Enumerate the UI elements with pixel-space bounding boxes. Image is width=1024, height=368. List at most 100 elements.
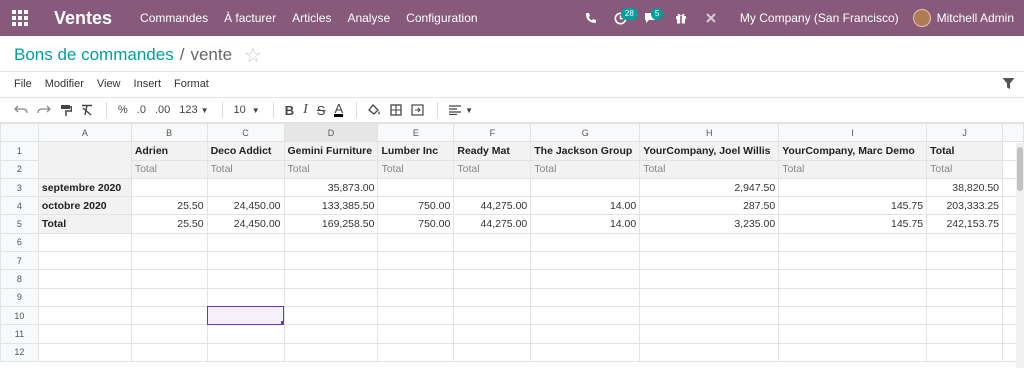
cell[interactable] <box>130 324 208 344</box>
cell[interactable]: 145.75 <box>778 214 928 234</box>
cell[interactable]: 133,385.50 <box>283 196 379 216</box>
row-header[interactable]: 2 <box>0 159 39 179</box>
cell[interactable] <box>453 232 532 253</box>
cell[interactable] <box>206 324 285 344</box>
menu-configuration[interactable]: Configuration <box>406 11 477 25</box>
cell[interactable] <box>37 232 132 253</box>
row-header[interactable]: 4 <box>0 196 39 216</box>
menu-a-facturer[interactable]: À facturer <box>224 11 276 25</box>
cell[interactable] <box>37 324 132 344</box>
cell[interactable] <box>37 305 132 326</box>
cell[interactable] <box>377 269 455 289</box>
redo-icon[interactable] <box>37 105 51 115</box>
cell[interactable] <box>530 324 641 344</box>
cell[interactable] <box>37 251 132 271</box>
activity-clock-icon[interactable]: 28 <box>606 0 638 36</box>
cell[interactable] <box>283 251 379 271</box>
cell[interactable] <box>377 342 455 362</box>
cell[interactable] <box>283 287 379 307</box>
column-header[interactable] <box>1002 123 1024 143</box>
cell[interactable] <box>283 269 379 289</box>
cell[interactable] <box>37 269 132 289</box>
cell[interactable]: Total <box>130 159 208 179</box>
column-header[interactable]: E <box>377 123 455 143</box>
cell[interactable] <box>778 305 928 326</box>
cell[interactable]: Lumber Inc <box>377 141 455 161</box>
cell[interactable]: Total <box>639 159 780 179</box>
cell[interactable] <box>926 305 1004 326</box>
menu-commandes[interactable]: Commandes <box>140 11 208 25</box>
cell[interactable] <box>130 342 208 362</box>
vertical-scrollbar[interactable] <box>1016 143 1024 368</box>
cell[interactable]: 25.50 <box>130 214 208 234</box>
company-switcher[interactable]: My Company (San Francisco) <box>740 11 899 25</box>
breadcrumb-current[interactable]: vente <box>190 45 232 65</box>
cell[interactable] <box>639 287 780 307</box>
row-header[interactable]: 5 <box>0 214 39 234</box>
column-header[interactable]: J <box>926 123 1004 143</box>
cell[interactable]: 14.00 <box>530 214 641 234</box>
cell[interactable] <box>377 287 455 307</box>
cell[interactable] <box>778 251 928 271</box>
filter-icon[interactable] <box>1002 77 1015 90</box>
cell[interactable] <box>377 305 455 326</box>
bold-button[interactable]: B <box>285 103 294 118</box>
cell[interactable] <box>530 232 641 253</box>
cell[interactable] <box>778 269 928 289</box>
cell[interactable] <box>639 305 780 326</box>
row-header[interactable]: 10 <box>0 305 39 326</box>
column-header[interactable]: B <box>130 123 208 143</box>
column-header[interactable]: G <box>530 123 641 143</box>
cell[interactable] <box>530 269 641 289</box>
cell[interactable] <box>926 269 1004 289</box>
cell[interactable] <box>778 287 928 307</box>
cell[interactable]: 35,873.00 <box>283 177 379 198</box>
cell[interactable] <box>283 324 379 344</box>
text-color-button[interactable]: A <box>334 102 344 117</box>
favorite-star-icon[interactable]: ☆ <box>244 43 262 68</box>
cell[interactable] <box>453 305 532 326</box>
cell[interactable] <box>926 287 1004 307</box>
column-header[interactable]: F <box>453 123 532 143</box>
cell[interactable]: 24,450.00 <box>206 196 285 216</box>
cell[interactable] <box>453 342 532 362</box>
cell[interactable]: 203,333.25 <box>926 196 1004 216</box>
row-header[interactable]: 1 <box>0 141 39 161</box>
fill-color-icon[interactable] <box>368 103 381 117</box>
cell[interactable] <box>778 324 928 344</box>
row-header[interactable]: 8 <box>0 269 39 289</box>
cell[interactable]: Total <box>206 159 285 179</box>
cell[interactable]: Total <box>926 159 1004 179</box>
italic-button[interactable]: I <box>303 102 308 118</box>
cell[interactable]: Total <box>530 159 641 179</box>
align-dropdown[interactable]: ▼ <box>449 105 473 115</box>
cell[interactable] <box>206 232 285 253</box>
cell[interactable]: 44,275.00 <box>453 196 532 216</box>
cell[interactable]: 25.50 <box>130 196 208 216</box>
scrollbar-thumb[interactable] <box>1017 147 1023 191</box>
clear-format-icon[interactable] <box>81 104 93 116</box>
cell[interactable] <box>453 324 532 344</box>
cell[interactable]: Total <box>377 159 455 179</box>
cell[interactable]: Total <box>283 159 379 179</box>
cell[interactable]: Total <box>37 214 132 234</box>
cell[interactable]: 750.00 <box>377 196 455 216</box>
column-header[interactable]: I <box>778 123 928 143</box>
debug-tools-icon[interactable] <box>696 0 726 36</box>
strikethrough-button[interactable]: S <box>317 103 326 118</box>
cell[interactable]: 750.00 <box>377 214 455 234</box>
cell[interactable]: octobre 2020 <box>37 196 132 216</box>
cell[interactable] <box>639 232 780 253</box>
corner-cell[interactable] <box>0 123 39 143</box>
cell[interactable] <box>283 305 379 326</box>
cell[interactable] <box>453 251 532 271</box>
cell[interactable] <box>453 177 532 198</box>
row-header[interactable]: 7 <box>0 251 39 271</box>
cell[interactable]: Deco Addict <box>206 141 285 161</box>
cell[interactable] <box>377 177 455 198</box>
column-header[interactable]: A <box>37 123 132 143</box>
cell[interactable]: septembre 2020 <box>37 177 132 198</box>
cell[interactable] <box>639 342 780 362</box>
menu-analyse[interactable]: Analyse <box>347 11 390 25</box>
cell[interactable] <box>37 342 132 362</box>
